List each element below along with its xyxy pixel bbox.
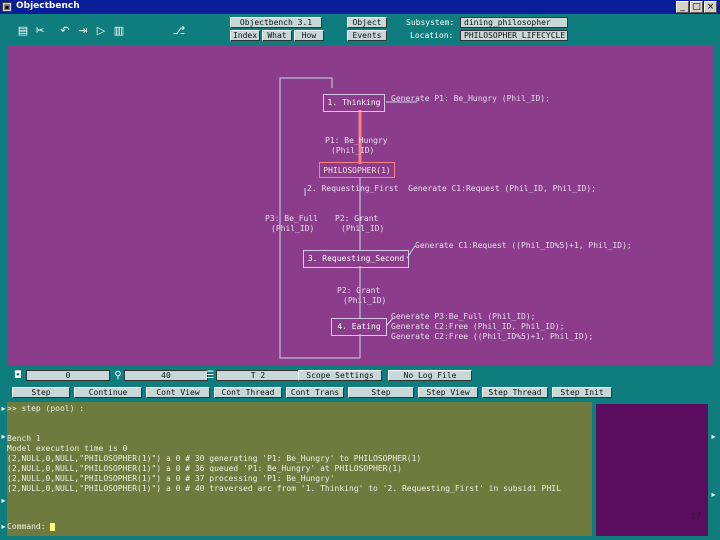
scope-settings-button[interactable]: Scope Settings	[298, 370, 382, 381]
gutter-marker: ▸	[1, 496, 6, 505]
cut-icon[interactable]: ✂	[33, 24, 47, 38]
state-eating[interactable]: 4. Eating	[331, 318, 387, 336]
location-label: Location:	[410, 31, 454, 40]
console-line: >> step (pool) :	[7, 404, 85, 413]
right-panel: ▸ ▸ 17	[594, 402, 720, 540]
console-line: Model execution time is 0	[7, 444, 128, 453]
gutter-marker: ▸	[1, 522, 6, 531]
page-number: 17	[690, 512, 702, 522]
maximize-button[interactable]: □	[690, 1, 703, 13]
how-button[interactable]: How	[294, 30, 324, 41]
panel-marker: ▸	[711, 490, 716, 499]
forward-icon[interactable]: ▷	[94, 24, 108, 38]
step-button-2[interactable]: Step	[348, 387, 414, 398]
subsystem-label: Subsystem:	[406, 18, 455, 27]
counter-field-2[interactable]: 40	[124, 370, 208, 381]
log-file-button[interactable]: No Log File	[388, 370, 472, 381]
run-icon[interactable]: ⎇	[172, 24, 186, 38]
console-line: (2,NULL,0,NULL,"PHILOSOPHER(1)") a 0 # 3…	[7, 474, 335, 483]
object-button[interactable]: Object	[347, 17, 387, 28]
index-button[interactable]: Index	[230, 30, 260, 41]
cont-thread-button[interactable]: Cont Thread	[214, 387, 282, 398]
console-line: (2,NULL,0,NULL,"PHILOSOPHER(1)") a 0 # 3…	[7, 464, 402, 473]
execution-controls: ◘ 0 ⚲ 40 ☰ T 2 Scope Settings No Log Fil…	[0, 367, 720, 401]
state-diagram-canvas[interactable]: 1. Thinking PHILOSOPHER(1) 3. Requesting…	[7, 46, 713, 366]
continue-button[interactable]: Continue	[74, 387, 142, 398]
be-hungry-event: P1: Be_Hungry	[325, 136, 388, 145]
app-icon: ▣	[2, 2, 12, 12]
subsystem-field[interactable]: dining_philosopher	[460, 17, 568, 28]
step-icon[interactable]: ⇥	[76, 24, 90, 38]
requesting-second-action: Generate C1:Request ((Phil_ID%5)+1, Phil…	[415, 241, 632, 250]
text-cursor	[50, 522, 56, 531]
current-object-state[interactable]: PHILOSOPHER(1)	[319, 162, 395, 178]
eating-action-2: Generate C2:Free (Phil_ID, Phil_ID);	[391, 322, 565, 331]
console-line: Bench 1	[7, 434, 41, 443]
gutter-marker: ▸	[1, 404, 6, 413]
close-button[interactable]: ×	[704, 1, 717, 13]
panel-marker: ▸	[711, 432, 716, 441]
step-init-button[interactable]: Step Init	[552, 387, 612, 398]
thinking-action: Generate P1: Be_Hungry (Phil_ID);	[391, 94, 550, 103]
counter-icon: ◘	[14, 370, 22, 381]
console-output[interactable]: >> step (pool) : Bench 1 Model execution…	[7, 402, 592, 536]
step-button[interactable]: Step	[12, 387, 70, 398]
title-bar: ▣ Objectbench _ □ ×	[0, 0, 720, 14]
command-label: Command:	[7, 522, 46, 531]
grant-event: P2: Grant	[335, 214, 379, 223]
eating-action-3: Generate C2:Free ((Phil_ID%5)+1, Phil_ID…	[391, 332, 594, 341]
gutter-marker: ▸	[1, 432, 6, 441]
save-icon[interactable]: ▤	[16, 24, 30, 38]
location-field[interactable]: PHILOSOPHER LIFECYCLE	[460, 30, 568, 41]
counter-field-1[interactable]: 0	[26, 370, 110, 381]
disk-icon[interactable]: ▥	[112, 24, 126, 38]
console-line: (2,NULL,0,NULL,"PHILOSOPHER(1)") a 0 # 3…	[7, 454, 422, 463]
eating-action-1: Generate P3:Be_Full (Phil_ID);	[391, 312, 536, 321]
objectbench-window: ▣ Objectbench _ □ × ▤ ✂ ↶ ⇥ ▷ ▥ ⎇ Object…	[0, 0, 720, 540]
cont-view-button[interactable]: Cont View	[146, 387, 210, 398]
state-requesting-second[interactable]: 3. Requesting_Second	[303, 250, 409, 268]
cont-trans-button[interactable]: Cont Trans	[286, 387, 344, 398]
grant2-param: (Phil_ID)	[343, 296, 387, 305]
state-thinking[interactable]: 1. Thinking	[323, 94, 385, 112]
clock-icon: ⚲	[114, 370, 122, 381]
grant-param: (Phil_ID)	[341, 224, 385, 233]
console-line: (2,NULL,0,NULL,"PHILOSOPHER(1)") a 0 # 4…	[7, 484, 561, 493]
minimize-button[interactable]: _	[676, 1, 689, 13]
what-button[interactable]: What	[262, 30, 292, 41]
objectbench-version-button[interactable]: Objectbench 3.1	[230, 17, 322, 28]
be-full-param: (Phil_ID)	[271, 224, 315, 233]
step-thread-button[interactable]: Step Thread	[482, 387, 548, 398]
thread-icon: ☰	[205, 370, 215, 381]
command-prompt[interactable]: Command:	[7, 522, 56, 531]
requesting-first-action: 2. Requesting_First Generate C1:Request …	[307, 184, 596, 193]
window-title: Objectbench	[16, 1, 80, 11]
toolbar: ▤ ✂ ↶ ⇥ ▷ ▥ ⎇ Objectbench 3.1 Index What…	[0, 14, 720, 46]
events-button[interactable]: Events	[347, 30, 387, 41]
undo-icon[interactable]: ↶	[58, 24, 72, 38]
step-view-button[interactable]: Step View	[418, 387, 478, 398]
be-hungry-param: (Phil_ID)	[331, 146, 375, 155]
console-gutter: ▸ ▸ ▸ ▸	[0, 402, 7, 536]
counter-field-3[interactable]: T 2	[216, 370, 300, 381]
be-full-event: P3: Be_Full	[265, 214, 318, 223]
grant2-event: P2: Grant	[337, 286, 381, 295]
